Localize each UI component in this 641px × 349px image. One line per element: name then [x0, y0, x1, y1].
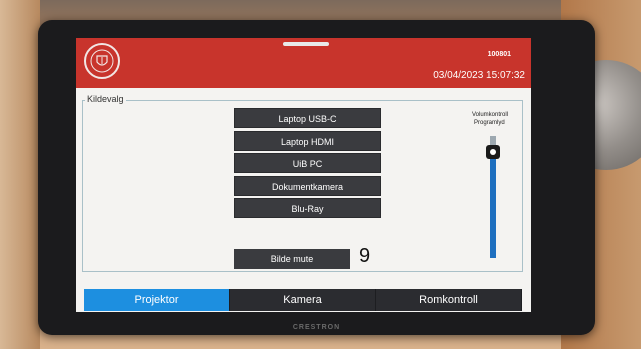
device-brand: CRESTRON: [292, 324, 341, 331]
tab-projektor[interactable]: Projektor: [84, 289, 230, 311]
volume-slider-handle[interactable]: [486, 144, 500, 159]
room-id: 100801: [487, 51, 511, 58]
touch-screen: 100801 03/04/2023 15:07:32 Kildevalg Lap…: [76, 38, 531, 312]
picture-mute-button[interactable]: Bilde mute: [234, 249, 350, 269]
datetime: 03/04/2023 15:07:32: [433, 70, 525, 81]
tab-kamera[interactable]: Kamera: [230, 289, 376, 311]
desk-surface-left: [0, 0, 40, 349]
source-button-laptop-hdmi[interactable]: Laptop HDMI: [234, 131, 381, 151]
tab-romkontroll[interactable]: Romkontroll: [376, 289, 522, 311]
header-bar: 100801 03/04/2023 15:07:32: [76, 38, 531, 88]
bottom-tab-bar: Projektor Kamera Romkontroll: [84, 289, 522, 311]
source-button-uib-pc[interactable]: UiB PC: [234, 153, 381, 173]
university-seal-icon: [84, 43, 120, 79]
pull-down-handle[interactable]: [283, 42, 329, 46]
mute-value: 9: [359, 245, 371, 267]
source-button-laptop-usb-c[interactable]: Laptop USB-C: [234, 108, 381, 128]
source-button-dokumentkamera[interactable]: Dokumentkamera: [234, 176, 381, 196]
volume-sublabel: Programlyd: [474, 120, 505, 126]
source-button-blu-ray[interactable]: Blu-Ray: [234, 198, 381, 218]
source-panel-title: Kildevalg: [85, 94, 126, 104]
volume-label: Volumkontroll: [472, 112, 509, 118]
